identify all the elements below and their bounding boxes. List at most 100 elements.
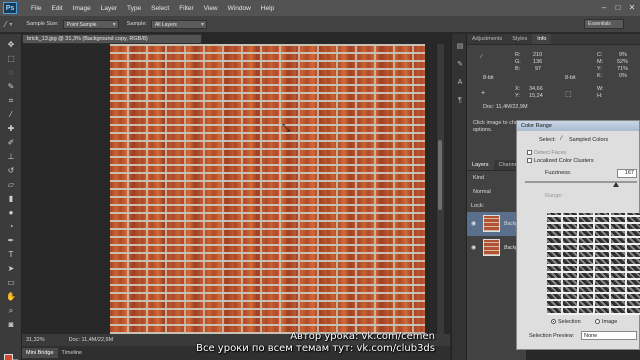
brick-wall-image[interactable] (110, 44, 425, 334)
selection-size-icon: ⬚ (565, 91, 572, 98)
sample-size-select[interactable]: Point Sample (62, 19, 119, 29)
color-range-dialog: Color Range Select: ⁄ Sampled Colors Det… (516, 120, 640, 350)
eye-icon[interactable]: ◉ (471, 220, 476, 227)
sample-label: Sample: (126, 21, 147, 27)
menu-view[interactable]: View (204, 5, 218, 12)
marquee-tool-icon[interactable]: ⬚ (5, 54, 17, 64)
dodge-tool-icon[interactable]: ◔ (5, 222, 17, 232)
clone-stamp-tool-icon[interactable]: ⊥ (5, 152, 17, 162)
fuzziness-input[interactable]: 167 (617, 169, 637, 178)
eyedropper-cursor-icon: ⤡ (282, 123, 290, 134)
info-panel-tabs: Adjustments Styles Info (467, 34, 640, 45)
eye-icon[interactable]: ◉ (471, 244, 476, 251)
paragraph-icon[interactable]: ¶ (455, 96, 465, 106)
crosshair-icon: + (481, 90, 486, 97)
foreground-color-swatch[interactable] (4, 354, 13, 360)
character-icon[interactable]: A (455, 78, 465, 88)
sample-select[interactable]: All Layers (150, 19, 207, 29)
detect-faces-checkbox[interactable]: Detect Faces (527, 150, 566, 156)
tab-styles[interactable]: Styles (507, 34, 532, 44)
select-value[interactable]: Sampled Colors (569, 137, 608, 143)
move-tool-icon[interactable]: ✥ (5, 40, 17, 50)
document-tab[interactable]: brick_13.jpg @ 31,3% (Background copy, R… (22, 34, 202, 44)
close-icon[interactable]: ✕ (626, 2, 638, 13)
menu-help[interactable]: Help (261, 5, 274, 12)
fuzziness-slider[interactable] (525, 181, 637, 183)
info-k: 0% (619, 73, 627, 79)
eraser-tool-icon[interactable]: ▱ (5, 180, 17, 190)
info-x: 34,66 (529, 86, 543, 92)
history-brush-tool-icon[interactable]: ↺ (5, 166, 17, 176)
tab-timeline[interactable]: Timeline (58, 348, 87, 358)
minimize-icon[interactable]: – (598, 2, 610, 13)
chevron-down-icon[interactable]: ▾ (9, 21, 12, 28)
lasso-tool-icon[interactable]: ◌ (5, 68, 17, 78)
tab-layers[interactable]: Layers (467, 160, 494, 170)
info-g: 136 (533, 59, 543, 65)
selection-preview-image[interactable] (547, 213, 640, 315)
selection-preview-select[interactable]: None (581, 331, 637, 340)
options-bar: ⁄ ▾ Sample Size: Point Sample Sample: Al… (0, 16, 640, 33)
eyedropper-icon: ⁄ (561, 136, 563, 142)
eyedropper-rgb-icon: ⁄ (481, 54, 482, 60)
doc-size: Doc: 11,4M/22,9M (68, 337, 114, 343)
brush-presets-icon[interactable]: ✎ (455, 60, 465, 70)
rectangle-tool-icon[interactable]: ▭ (5, 278, 17, 288)
pen-tool-icon[interactable]: ✒ (5, 236, 17, 246)
info-y-coord: 15,24 (529, 93, 543, 99)
menu-layer[interactable]: Layer (101, 5, 117, 12)
tools-panel: ✥ ⬚ ◌ ✎ ⌗ ⁄ ✚ ✐ ⊥ ↺ ▱ ▮ ● ◔ ✒ T ➤ ▭ ✋ ⌕ … (0, 34, 22, 360)
menu-type[interactable]: Type (127, 5, 141, 12)
blend-mode-select[interactable]: Normal (473, 189, 491, 195)
photoshop-logo: Ps (3, 2, 17, 14)
layer-thumbnail (483, 215, 500, 232)
localized-color-clusters-checkbox[interactable]: Localized Color Clusters (527, 158, 594, 164)
selection-preview-label: Selection Preview: (529, 333, 575, 339)
select-label: Select: (539, 137, 556, 143)
healing-brush-tool-icon[interactable]: ✚ (5, 124, 17, 134)
scrollbar-thumb[interactable] (438, 140, 442, 210)
image-radio[interactable]: Image (595, 319, 617, 325)
quick-select-tool-icon[interactable]: ✎ (5, 82, 17, 92)
tab-info[interactable]: Info (532, 34, 552, 44)
eyedropper-icon[interactable]: ⁄ (5, 20, 6, 29)
maximize-icon[interactable]: □ (612, 2, 624, 13)
panel-icon-column: ▤ ✎ A ¶ (451, 34, 466, 360)
tab-adjustments[interactable]: Adjustments (467, 34, 507, 44)
sample-size-label: Sample Size: (26, 21, 59, 27)
info-r: 210 (533, 52, 543, 58)
menu-select[interactable]: Select (151, 5, 169, 12)
workspace-select[interactable]: Essentials (584, 19, 624, 29)
eyedropper-tool-icon[interactable]: ⁄ (5, 110, 17, 120)
quick-mask-icon[interactable]: ◙ (5, 320, 17, 330)
zoom-tool-icon[interactable]: ⌕ (5, 306, 17, 316)
lock-label: Lock: (471, 203, 485, 209)
fuzziness-slider-handle[interactable] (613, 182, 619, 187)
selection-radio[interactable]: Selection (551, 319, 581, 325)
info-y: 71% (617, 66, 629, 72)
blur-tool-icon[interactable]: ● (5, 208, 17, 218)
history-icon[interactable]: ▤ (455, 42, 465, 52)
layer-thumbnail (483, 239, 500, 256)
menu-filter[interactable]: Filter (179, 5, 193, 12)
menu-bar: Ps File Edit Image Layer Type Select Fil… (0, 0, 640, 16)
info-bit-left: 8-bit (483, 75, 494, 81)
info-m: 52% (617, 59, 629, 65)
menu-file[interactable]: File (31, 5, 41, 12)
crop-tool-icon[interactable]: ⌗ (5, 96, 17, 106)
fuzziness-label: Fuzziness: (545, 170, 572, 176)
gradient-tool-icon[interactable]: ▮ (5, 194, 17, 204)
menu-edit[interactable]: Edit (51, 5, 62, 12)
path-selection-tool-icon[interactable]: ➤ (5, 264, 17, 274)
zoom-level[interactable]: 31,32% (26, 337, 45, 343)
dialog-title[interactable]: Color Range (517, 121, 639, 131)
layer-filter-kind[interactable]: Kind (473, 175, 484, 181)
tab-mini-bridge[interactable]: Mini Bridge (22, 348, 58, 358)
watermark-lessons: Все уроки по всем темам тут: vk.com/club… (196, 343, 435, 354)
menu-window[interactable]: Window (228, 5, 251, 12)
brush-tool-icon[interactable]: ✐ (5, 138, 17, 148)
menu-image[interactable]: Image (73, 5, 91, 12)
type-tool-icon[interactable]: T (5, 250, 17, 260)
info-c: 9% (619, 52, 627, 58)
hand-tool-icon[interactable]: ✋ (5, 292, 17, 302)
